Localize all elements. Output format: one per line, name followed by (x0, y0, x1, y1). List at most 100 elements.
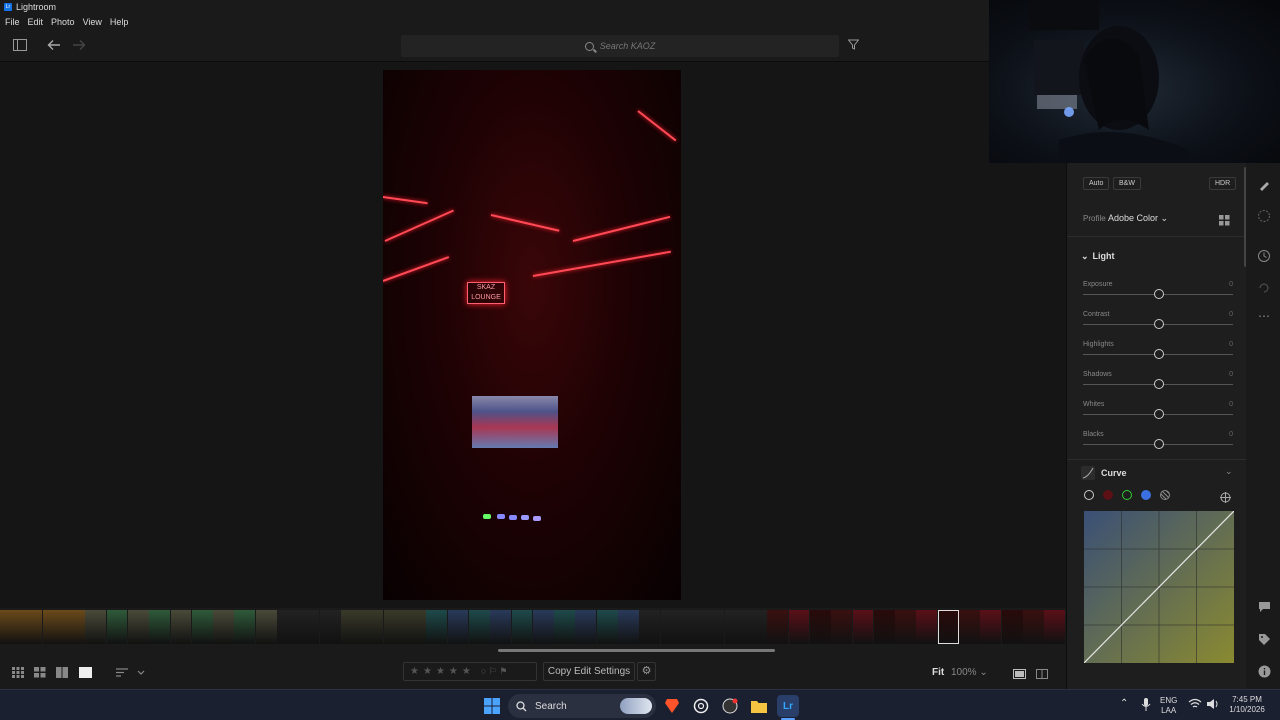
clock[interactable]: 7:45 PM 1/10/2026 (1224, 695, 1270, 715)
slider-knob[interactable] (1154, 439, 1164, 449)
filmstrip-thumbnail[interactable] (362, 610, 384, 644)
slider-value[interactable]: 0 (1229, 311, 1233, 318)
slider-knob[interactable] (1154, 349, 1164, 359)
profile-dropdown[interactable]: Adobe Color ⌄ (1108, 213, 1168, 224)
filmstrip-thumbnail[interactable] (341, 610, 362, 644)
filmstrip-thumbnail[interactable] (618, 610, 639, 644)
filmstrip[interactable] (0, 608, 1066, 646)
curve-section-header[interactable]: Curve (1101, 468, 1127, 478)
filmstrip-thumbnail[interactable] (639, 610, 661, 644)
zoom-level[interactable]: 100% ⌄ (951, 667, 988, 678)
green-channel-icon[interactable] (1122, 490, 1132, 500)
filmstrip-thumbnail[interactable] (490, 610, 512, 644)
filmstrip-thumbnail[interactable] (980, 610, 1002, 644)
parametric-curve-icon[interactable] (1160, 490, 1170, 500)
contrast-slider[interactable]: Contrast 0 (1083, 311, 1233, 341)
lightroom-taskbar-icon[interactable]: Lr (777, 695, 799, 717)
fit-button[interactable]: Fit (932, 667, 944, 678)
light-section-header[interactable]: ⌄ Light (1081, 251, 1115, 262)
menu-file[interactable]: File (5, 17, 20, 27)
tag-icon[interactable] (1257, 633, 1271, 647)
filmstrip-thumbnail[interactable] (255, 610, 277, 644)
filmstrip-thumbnail[interactable] (42, 610, 64, 644)
more-options-icon[interactable]: ⋯ (1257, 309, 1271, 323)
slider-knob[interactable] (1154, 379, 1164, 389)
grid-view-icon[interactable] (12, 665, 24, 678)
menu-help[interactable]: Help (110, 17, 129, 27)
filmstrip-thumbnail[interactable] (809, 610, 831, 644)
wifi-icon[interactable] (1188, 698, 1202, 712)
blue-channel-icon[interactable] (1141, 490, 1151, 500)
windows-start-icon[interactable] (481, 695, 503, 717)
curve-target-icon[interactable] (1220, 490, 1231, 508)
masking-icon[interactable] (1257, 209, 1271, 223)
back-arrow-icon[interactable] (47, 39, 61, 53)
filmstrip-scrollbar[interactable] (0, 646, 1066, 654)
detail-view-icon[interactable] (79, 665, 92, 678)
red-channel-icon[interactable] (1103, 490, 1113, 500)
filmstrip-thumbnail[interactable] (21, 610, 43, 644)
panel-toggle-icon[interactable] (13, 39, 27, 53)
filmstrip-thumbnail[interactable] (149, 610, 171, 644)
flag-icons[interactable]: ○ ⚐ ⚑ (481, 666, 508, 677)
highlights-slider[interactable]: Highlights 0 (1083, 341, 1233, 371)
split-view-icon[interactable] (1036, 666, 1048, 679)
menu-view[interactable]: View (83, 17, 102, 27)
rating-flag-group[interactable]: ★ ★ ★ ★ ★ ○ ⚐ ⚑ (403, 662, 537, 681)
menu-edit[interactable]: Edit (28, 17, 44, 27)
filmstrip-thumbnail[interactable] (0, 610, 21, 644)
slider-value[interactable]: 0 (1229, 281, 1233, 288)
microphone-icon[interactable] (1141, 698, 1151, 714)
sort-icon[interactable] (116, 665, 128, 677)
filmstrip-thumbnail[interactable] (532, 610, 554, 644)
blacks-slider[interactable]: Blacks 0 (1083, 431, 1233, 461)
scrollbar-thumb[interactable] (498, 649, 775, 652)
filmstrip-thumbnail[interactable] (383, 610, 405, 644)
slider-knob[interactable] (1154, 289, 1164, 299)
filmstrip-thumbnail[interactable] (596, 610, 618, 644)
hdr-button[interactable]: HDR (1209, 177, 1237, 190)
filmstrip-thumbnail[interactable] (682, 610, 703, 644)
filmstrip-thumbnail[interactable] (426, 610, 448, 644)
language-indicator[interactable]: ENG LAA (1160, 696, 1177, 716)
filmstrip-thumbnail[interactable] (788, 610, 810, 644)
edit-eraser-icon[interactable] (1257, 178, 1271, 192)
filmstrip-thumbnail[interactable] (127, 610, 149, 644)
slider-knob[interactable] (1154, 409, 1164, 419)
filmstrip-thumbnail[interactable] (106, 610, 128, 644)
star-icon[interactable]: ★ (410, 666, 419, 677)
filmstrip-thumbnail[interactable] (916, 610, 938, 644)
comment-icon[interactable] (1257, 601, 1271, 615)
filmstrip-thumbnail[interactable] (447, 610, 469, 644)
filmstrip-thumbnail[interactable] (895, 610, 917, 644)
profile-browser-icon[interactable] (1219, 213, 1230, 231)
filmstrip-thumbnail[interactable] (298, 610, 320, 644)
filmstrip-thumbnail[interactable] (170, 610, 192, 644)
search-input[interactable]: Search KAOZ (401, 35, 839, 57)
filmstrip-thumbnail[interactable] (852, 610, 874, 644)
filmstrip-thumbnail[interactable] (213, 610, 235, 644)
star-icon[interactable]: ★ (423, 666, 432, 677)
filmstrip-thumbnail[interactable] (745, 610, 767, 644)
point-curve-icon[interactable] (1084, 490, 1094, 500)
filmstrip-thumbnail[interactable] (703, 610, 725, 644)
filmstrip-thumbnail[interactable] (191, 610, 213, 644)
curve-channel-selector[interactable] (1084, 490, 1170, 500)
sort-chevron-down-icon[interactable] (137, 665, 149, 676)
filmstrip-thumbnail[interactable] (724, 610, 746, 644)
filmstrip-thumbnail[interactable] (468, 610, 490, 644)
filmstrip-thumbnail[interactable] (660, 610, 682, 644)
compare-view-icon[interactable] (56, 665, 68, 678)
filmstrip-thumbnail[interactable] (319, 610, 341, 644)
versions-icon[interactable] (1257, 281, 1271, 295)
slider-value[interactable]: 0 (1229, 371, 1233, 378)
curve-menu-chevron-icon[interactable]: ⌄ (1225, 466, 1233, 477)
tone-curve-graph[interactable] (1083, 510, 1235, 664)
filmstrip-thumbnail[interactable] (959, 610, 980, 644)
tray-overflow-chevron-icon[interactable]: ⌃ (1120, 699, 1128, 709)
filmstrip-thumbnail[interactable] (511, 610, 533, 644)
chatgpt-icon[interactable] (690, 695, 712, 717)
shadows-slider[interactable]: Shadows 0 (1083, 371, 1233, 401)
filmstrip-thumbnail[interactable] (1044, 610, 1066, 644)
auto-button[interactable]: Auto (1083, 177, 1110, 190)
